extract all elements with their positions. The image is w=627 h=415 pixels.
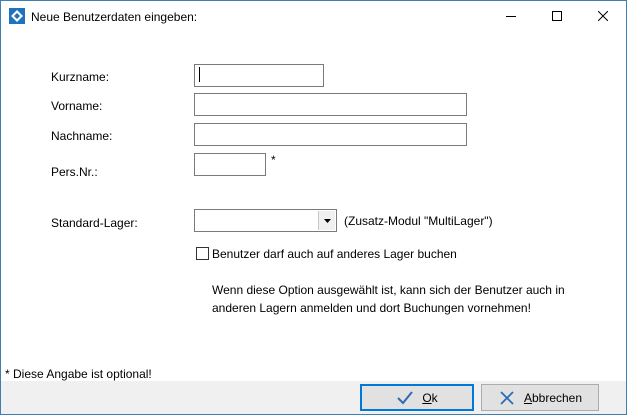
ok-button[interactable]: Ok bbox=[360, 384, 474, 411]
cancel-button[interactable]: Abbrechen bbox=[481, 384, 599, 411]
standard-lager-label: Standard-Lager: bbox=[51, 216, 138, 230]
checkmark-icon bbox=[397, 390, 414, 404]
close-icon bbox=[598, 11, 608, 21]
optional-footnote: * Diese Angabe ist optional! bbox=[5, 367, 152, 381]
text-caret bbox=[199, 67, 200, 82]
vorname-input[interactable] bbox=[194, 93, 467, 116]
window-title: Neue Benutzerdaten eingeben: bbox=[31, 10, 198, 24]
title-bar[interactable]: Neue Benutzerdaten eingeben: bbox=[1, 1, 626, 31]
cancel-button-label: Abbrechen bbox=[523, 390, 583, 405]
other-lager-checkbox-label[interactable]: Benutzer darf auch auf anderes Lager buc… bbox=[212, 247, 457, 261]
nachname-input[interactable] bbox=[194, 123, 467, 146]
kurzname-label: Kurzname: bbox=[51, 70, 110, 84]
ok-button-label: Ok bbox=[422, 390, 438, 405]
persnr-label: Pers.Nr.: bbox=[51, 165, 98, 179]
dropdown-arrow-button[interactable] bbox=[318, 211, 335, 230]
x-cross-icon bbox=[500, 390, 514, 405]
chevron-down-icon bbox=[323, 218, 331, 223]
dialog-window: Neue Benutzerdaten eingeben: Kurzname: V… bbox=[0, 0, 627, 415]
maximize-button[interactable] bbox=[534, 1, 580, 31]
button-bar: Ok Abbrechen bbox=[1, 381, 626, 414]
option-description-line-1: Wenn diese Option ausgewählt ist, kann s… bbox=[212, 283, 565, 297]
nachname-label: Nachname: bbox=[51, 129, 113, 143]
multilager-hint: (Zusatz-Modul "MultiLager") bbox=[344, 214, 493, 228]
persnr-input[interactable] bbox=[194, 153, 266, 176]
minimize-icon bbox=[506, 16, 516, 17]
other-lager-checkbox[interactable] bbox=[196, 247, 209, 260]
option-description: Wenn diese Option ausgewählt ist, kann s… bbox=[212, 281, 612, 317]
standard-lager-select[interactable] bbox=[194, 209, 337, 232]
maximize-icon bbox=[552, 11, 562, 21]
kurzname-input[interactable] bbox=[194, 64, 324, 87]
option-description-line-2: anderen Lagern anmelden und dort Buchung… bbox=[212, 301, 531, 315]
minimize-button[interactable] bbox=[488, 1, 534, 31]
optional-marker: * bbox=[271, 153, 276, 167]
app-diamond-icon bbox=[9, 8, 25, 24]
close-button[interactable] bbox=[580, 1, 626, 31]
vorname-label: Vorname: bbox=[51, 99, 103, 113]
